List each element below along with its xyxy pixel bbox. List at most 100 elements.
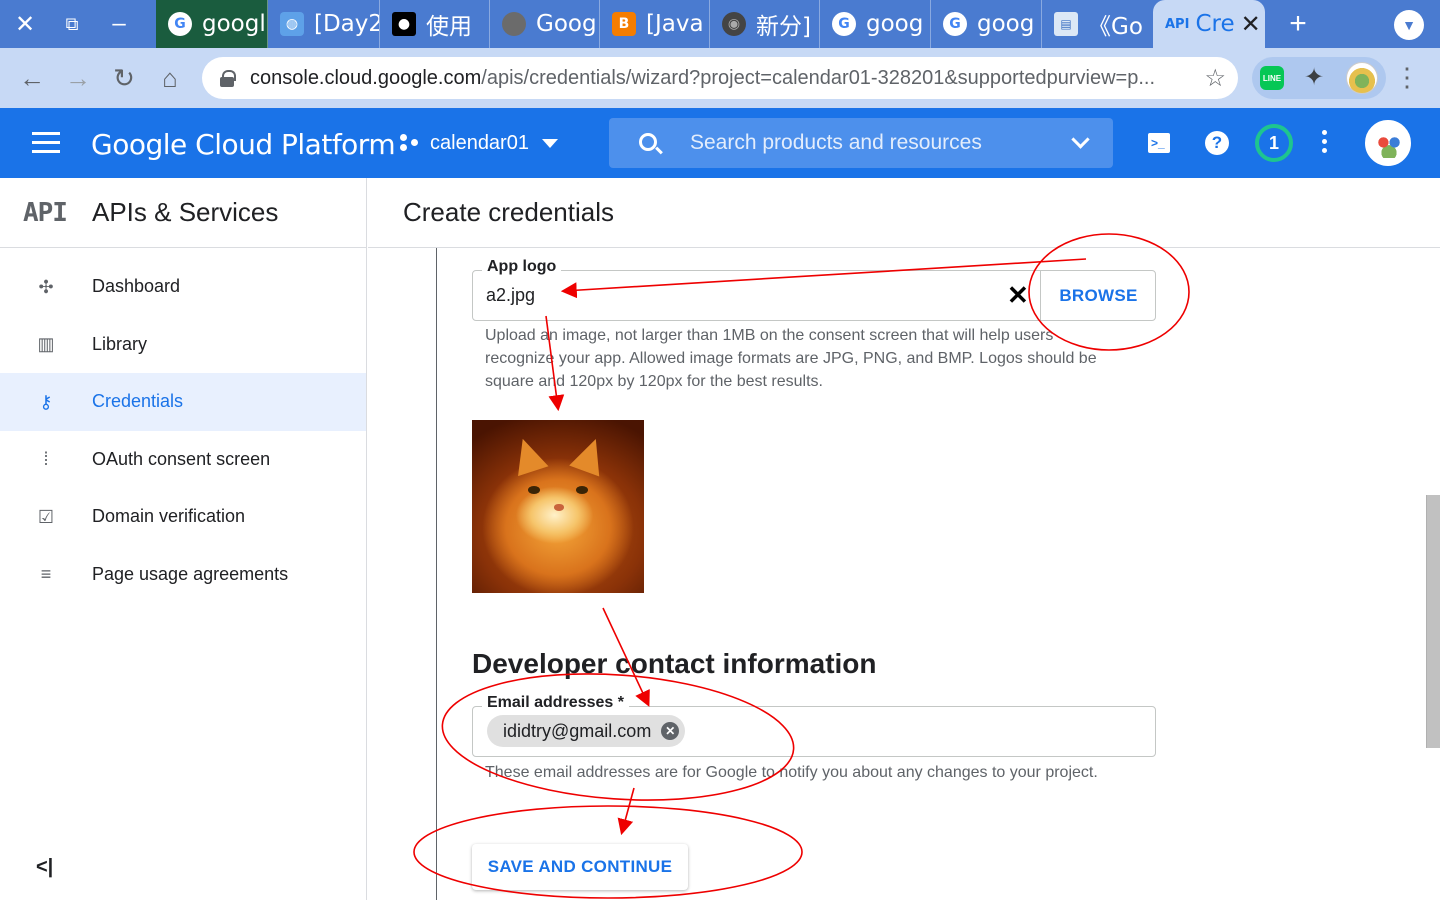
doc-icon: ▤: [1054, 12, 1078, 36]
checkbox-icon: ☑: [37, 506, 55, 527]
sidebar-item-oauth-consent[interactable]: ⁞ OAuth consent screen: [0, 431, 366, 489]
google-icon: G: [168, 12, 192, 36]
tab-title: [Java: [646, 11, 704, 37]
extensions-area: LINE ✦: [1252, 57, 1386, 99]
tab-search-icon[interactable]: ▼: [1394, 10, 1424, 40]
browser-tab[interactable]: G googl: [156, 0, 268, 48]
back-icon[interactable]: ←: [10, 56, 54, 100]
browse-button[interactable]: BROWSE: [1040, 271, 1156, 320]
app-logo-label: App logo: [482, 258, 562, 276]
email-chip-label: ididtry@gmail.com: [503, 721, 652, 741]
sidebar-item-dashboard[interactable]: ✣ Dashboard: [0, 258, 366, 316]
sidebar-item-page-usage[interactable]: ≡ Page usage agreements: [0, 546, 366, 604]
save-and-continue-button[interactable]: SAVE AND CONTINUE: [472, 844, 688, 890]
google-icon: G: [943, 12, 967, 36]
browser-tab[interactable]: ▤ 《Go: [1042, 0, 1153, 48]
sidebar-header: API APIs & Services: [0, 178, 366, 248]
remove-chip-icon[interactable]: ✕: [661, 722, 680, 740]
sidebar-item-label: Library: [92, 333, 148, 354]
help-icon[interactable]: ?: [1205, 131, 1229, 155]
close-tab-icon[interactable]: ✕: [1241, 10, 1261, 38]
account-avatar[interactable]: [1365, 120, 1411, 166]
home-icon[interactable]: ⌂: [148, 56, 192, 100]
library-icon: ▥: [37, 334, 55, 355]
email-chip[interactable]: ididtry@gmail.com ✕: [487, 715, 686, 747]
gcp-header: Google Cloud Platform calendar01 Search …: [0, 108, 1440, 178]
app-logo-field[interactable]: App logo a2.jpg ✕ BROWSE: [472, 258, 1156, 321]
more-vert-icon[interactable]: [1322, 130, 1328, 156]
stepper-line: [436, 248, 437, 900]
search-input[interactable]: Search products and resources: [609, 118, 1113, 168]
chrome-menu-icon[interactable]: ⋮: [1394, 64, 1420, 90]
notification-badge[interactable]: 1: [1255, 124, 1293, 162]
developer-contact-title: Developer contact information: [472, 648, 877, 679]
page-title: Create credentials: [403, 197, 614, 227]
main-content: App logo a2.jpg ✕ BROWSE Upload an image…: [368, 248, 1440, 900]
tab-title: 《Go: [1088, 14, 1143, 40]
browser-tab[interactable]: ● 使用: [380, 0, 490, 48]
search-placeholder: Search products and resources: [690, 131, 982, 154]
restore-window-icon[interactable]: ⧉: [50, 0, 94, 48]
tab-title: 使用: [426, 14, 472, 40]
close-window-icon[interactable]: ✕: [3, 0, 47, 48]
browser-tab[interactable]: Goog: [490, 0, 600, 48]
key-icon: ⚷: [39, 391, 53, 412]
tab-title: Goog: [536, 11, 597, 37]
consent-icon: ⁞: [43, 449, 49, 470]
cloud-shell-icon[interactable]: >_: [1148, 133, 1170, 153]
brand-title[interactable]: Google Cloud Platform: [91, 128, 396, 161]
google-icon: G: [832, 12, 856, 36]
settings-list-icon: ≡: [40, 564, 52, 585]
sidebar: API APIs & Services ✣ Dashboard ▥ Librar…: [0, 178, 367, 900]
api-icon: API: [1165, 16, 1190, 32]
sidebar-item-label: Dashboard: [92, 276, 181, 297]
chrome-icon: ◉: [722, 12, 746, 36]
tab-title: 新分]: [756, 14, 811, 40]
project-dots-icon[interactable]: [400, 134, 420, 152]
tab-title: goog: [866, 11, 924, 37]
browser-tab[interactable]: G goog: [931, 0, 1042, 48]
sidebar-item-label: Credentials: [92, 391, 184, 412]
browser-tab-active[interactable]: API Cre ✕: [1153, 0, 1265, 48]
profile-avatar[interactable]: [1346, 62, 1378, 94]
browser-toolbar: ← → ↻ ⌂ console.cloud.google.com /apis/c…: [0, 48, 1440, 108]
browser-tab-strip: ✕ ⧉ – G googl ◍ [Day2 ● 使用 Goog B [Java …: [0, 0, 1440, 48]
tab-title: Cre: [1195, 11, 1235, 37]
blogger-icon: B: [612, 12, 636, 36]
project-selector[interactable]: calendar01: [430, 132, 529, 155]
sidebar-item-library[interactable]: ▥ Library: [0, 316, 366, 374]
chevron-down-icon[interactable]: [1071, 130, 1090, 149]
browser-tab[interactable]: G goog: [820, 0, 931, 48]
collapse-sidebar-icon[interactable]: <|: [36, 856, 53, 879]
hamburger-menu-icon[interactable]: [32, 132, 60, 154]
search-icon: [639, 133, 657, 151]
line-extension-icon[interactable]: LINE: [1260, 66, 1284, 90]
app-logo-helper: Upload an image, not larger than 1MB on …: [485, 327, 1097, 390]
browser-tab[interactable]: B [Java: [600, 0, 710, 48]
email-helper: These email addresses are for Google to …: [485, 764, 1098, 781]
sidebar-item-credentials[interactable]: ⚷ Credentials: [0, 373, 366, 431]
browser-tab[interactable]: ◍ [Day2: [268, 0, 380, 48]
new-tab-icon[interactable]: +: [1278, 0, 1318, 48]
app-logo-value: a2.jpg: [486, 285, 536, 305]
browser-tab[interactable]: ◉ 新分]: [710, 0, 820, 48]
minimize-window-icon[interactable]: –: [97, 0, 141, 48]
medium-icon: ●: [392, 12, 416, 36]
dashboard-icon: ✣: [38, 276, 54, 297]
reload-icon[interactable]: ↻: [102, 56, 146, 100]
url-host: console.cloud.google.com: [250, 66, 482, 89]
tab-title: goog: [977, 11, 1035, 37]
caret-down-icon[interactable]: [542, 139, 558, 148]
address-bar[interactable]: console.cloud.google.com /apis/credentia…: [202, 57, 1238, 99]
email-addresses-field[interactable]: Email addresses * ididtry@gmail.com ✕: [472, 694, 1156, 757]
tab-title: [Day2: [314, 11, 380, 37]
sidebar-item-label: Page usage agreements: [92, 563, 289, 584]
scrollbar-thumb[interactable]: [1426, 495, 1440, 748]
forward-icon[interactable]: →: [56, 56, 100, 100]
sidebar-item-domain-verification[interactable]: ☑ Domain verification: [0, 488, 366, 546]
logo-preview-image: [472, 420, 644, 593]
lock-icon: [220, 70, 236, 87]
extensions-puzzle-icon[interactable]: ✦: [1304, 63, 1324, 92]
bookmark-star-icon[interactable]: ☆: [1204, 64, 1226, 93]
clear-icon[interactable]: ✕: [1007, 282, 1029, 308]
